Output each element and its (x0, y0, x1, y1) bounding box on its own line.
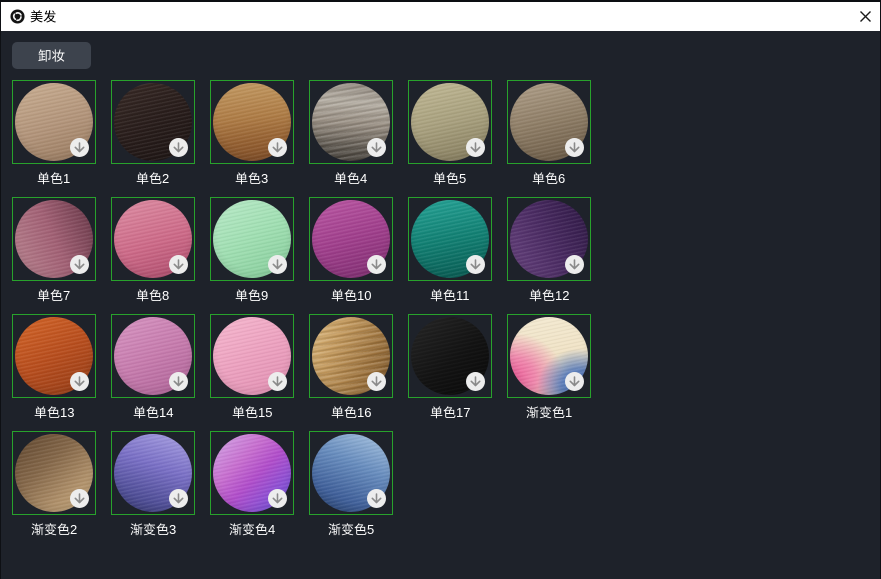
svg-text:1: 1 (63, 171, 70, 186)
svg-text:9: 9 (261, 288, 268, 303)
svg-text:12: 12 (555, 288, 569, 303)
svg-text:13: 13 (60, 405, 74, 420)
svg-text:4: 4 (360, 171, 367, 186)
svg-text:2: 2 (70, 522, 77, 537)
svg-text:6: 6 (558, 171, 565, 186)
svg-text:3: 3 (261, 171, 268, 186)
svg-text:8: 8 (162, 288, 169, 303)
svg-text:1: 1 (565, 405, 572, 420)
svg-text:10: 10 (357, 288, 371, 303)
svg-text:5: 5 (367, 522, 374, 537)
svg-text:3: 3 (169, 522, 176, 537)
svg-text:7: 7 (63, 288, 70, 303)
svg-text:11: 11 (456, 288, 470, 303)
svg-text:16: 16 (357, 405, 371, 420)
svg-text:2: 2 (162, 171, 169, 186)
svg-text:14: 14 (159, 405, 173, 420)
svg-text:5: 5 (459, 171, 466, 186)
svg-text:15: 15 (258, 405, 272, 420)
svg-text:4: 4 (268, 522, 275, 537)
svg-text:17: 17 (456, 405, 470, 420)
